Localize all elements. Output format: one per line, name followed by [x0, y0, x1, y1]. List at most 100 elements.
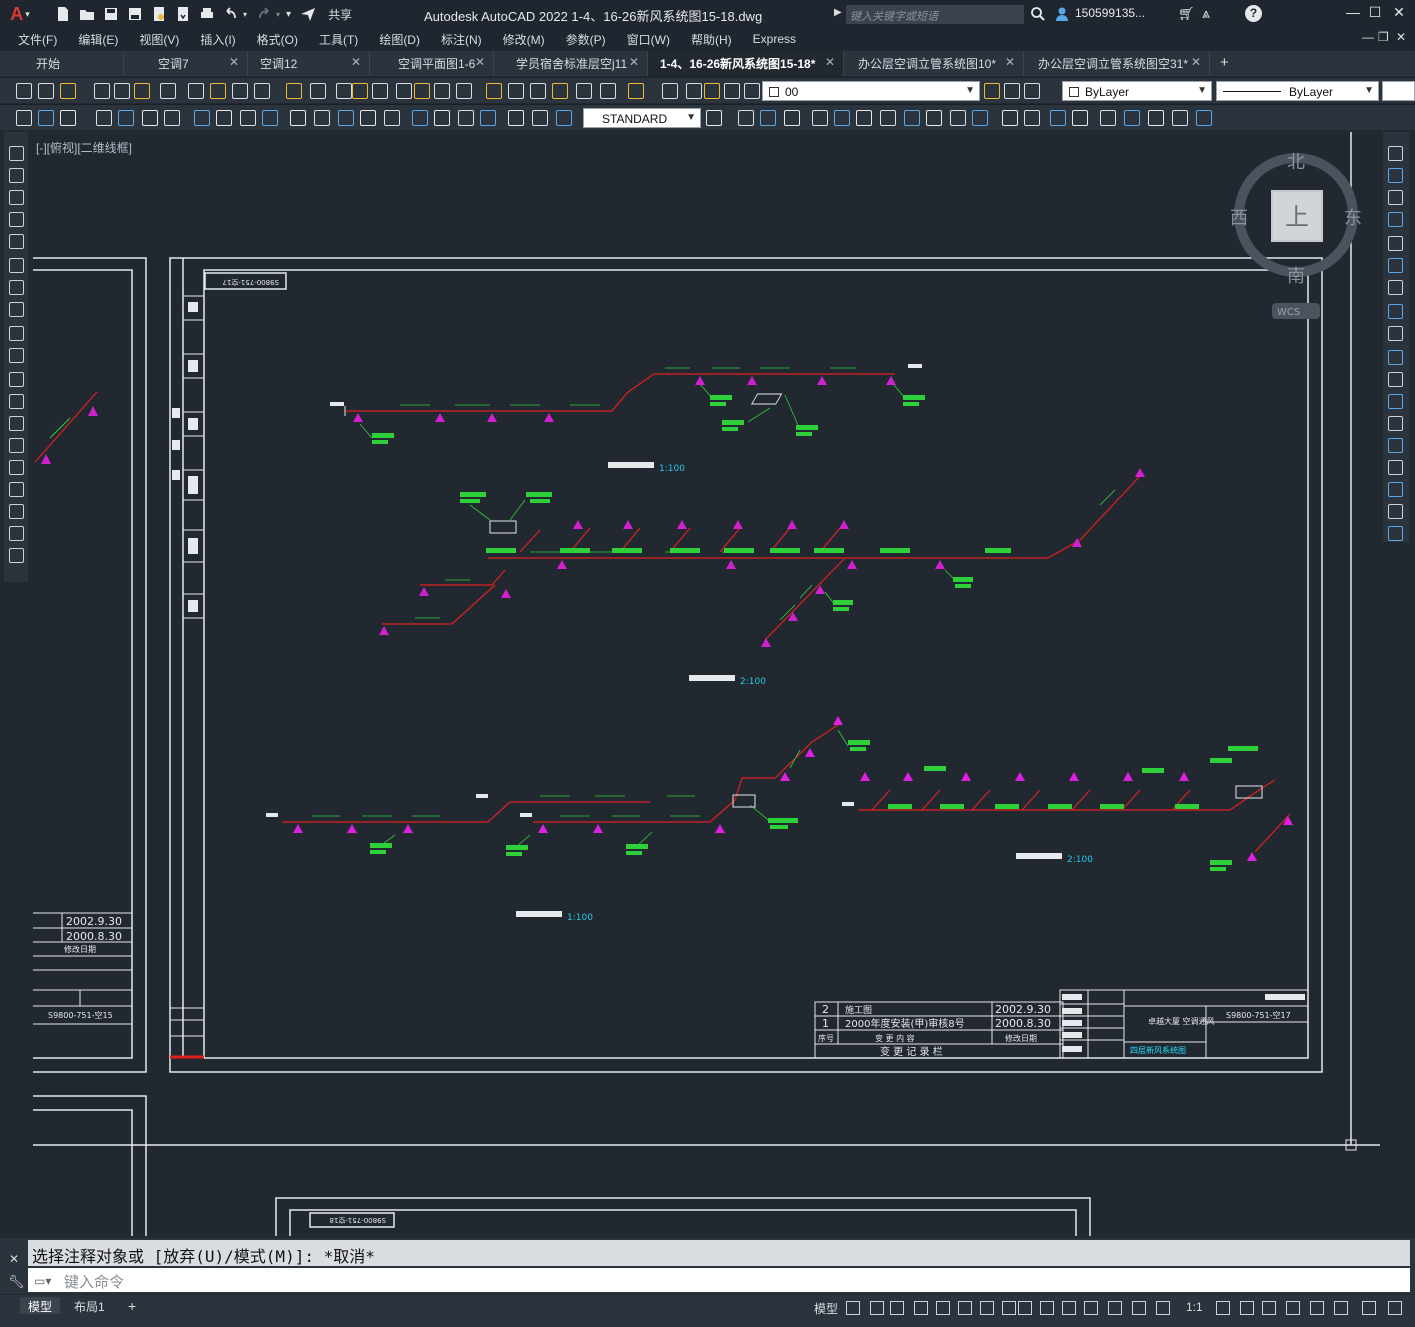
tab-layout1[interactable]: 布局1: [66, 1297, 113, 1314]
search-input[interactable]: 键入关键字或短语: [846, 5, 1024, 24]
redo-icon[interactable]: [336, 83, 352, 99]
matchprop-icon[interactable]: [254, 83, 270, 99]
search-icon[interactable]: [1030, 6, 1046, 22]
tab-close-icon[interactable]: ✕: [475, 55, 485, 69]
measure-icon[interactable]: [1196, 110, 1212, 126]
layer-match-icon[interactable]: [1004, 83, 1020, 99]
osnap-dd-icon[interactable]: [1040, 1301, 1054, 1315]
dim-text-edit-icon[interactable]: [458, 110, 474, 126]
explode-icon[interactable]: [1388, 526, 1403, 541]
dim-aligned-icon[interactable]: [38, 110, 54, 126]
ortho-icon[interactable]: [914, 1301, 928, 1315]
menu-view[interactable]: 视图(V): [139, 31, 179, 48]
dim-continue-icon[interactable]: [262, 110, 278, 126]
markup-icon[interactable]: [552, 83, 568, 99]
ellipse-icon[interactable]: [9, 348, 24, 363]
workspace-icon[interactable]: [1216, 1301, 1230, 1315]
share-icon[interactable]: [299, 6, 317, 22]
qnew-icon[interactable]: [16, 83, 32, 99]
new-tab-button[interactable]: +: [1210, 51, 1239, 76]
new-file-icon[interactable]: [54, 6, 72, 22]
menu-tools[interactable]: 工具(T): [319, 31, 358, 48]
linetype-dropdown[interactable]: ByLayer ▼: [1216, 81, 1379, 101]
autodesk-app-icon[interactable]: ⩓: [1202, 5, 1210, 22]
text-style-dropdown[interactable]: STANDARD ▼: [583, 108, 701, 128]
lineweight-dropdown[interactable]: [1382, 81, 1415, 101]
dim-edit-icon[interactable]: [434, 110, 450, 126]
zoom-realtime-icon[interactable]: [396, 83, 412, 99]
selection-cycling-icon[interactable]: [1062, 1301, 1076, 1315]
cut-icon[interactable]: [188, 83, 204, 99]
paste-icon[interactable]: [232, 83, 248, 99]
tab-close-icon[interactable]: ✕: [351, 55, 361, 69]
stretch-icon[interactable]: [926, 110, 942, 126]
open-icon[interactable]: [38, 83, 54, 99]
mirror-icon[interactable]: [784, 110, 800, 126]
plot-icon[interactable]: [94, 83, 110, 99]
tab-file-active[interactable]: 1-4、16-26新风系统图15-18* ✕: [648, 51, 844, 76]
menu-edit[interactable]: 编辑(E): [78, 31, 118, 48]
3dprint-icon[interactable]: [160, 83, 176, 99]
grid-icon[interactable]: [846, 1301, 860, 1315]
polar-icon[interactable]: [936, 1301, 950, 1315]
sheet-set-icon[interactable]: [530, 83, 546, 99]
tab-start[interactable]: 开始: [0, 51, 124, 76]
tool-palettes-icon[interactable]: [508, 83, 524, 99]
undo-icon[interactable]: [286, 83, 302, 99]
customize-icon[interactable]: [1388, 1301, 1402, 1315]
mdi-close-button[interactable]: ✕: [1396, 30, 1406, 44]
user-icon[interactable]: [1054, 6, 1070, 22]
save-as-icon[interactable]: [126, 6, 144, 22]
osnap-icon[interactable]: [1018, 1301, 1032, 1315]
menu-window[interactable]: 窗口(W): [627, 31, 670, 48]
offset-icon[interactable]: [812, 110, 828, 126]
color-dropdown[interactable]: ByLayer ▼: [1062, 81, 1212, 101]
move-icon[interactable]: [1388, 258, 1403, 273]
user-name[interactable]: 1505991​35...: [1075, 6, 1145, 20]
menu-modify[interactable]: 修改(M): [503, 31, 545, 48]
dim-space-icon[interactable]: [290, 110, 306, 126]
rotate-icon[interactable]: [880, 110, 896, 126]
region-icon[interactable]: [9, 504, 24, 519]
array-icon[interactable]: [1388, 236, 1403, 251]
tab-file[interactable]: 学员宿舍标准层空j11 ✕: [494, 51, 648, 76]
menu-express[interactable]: Express: [753, 32, 796, 46]
dim-radius-icon[interactable]: [118, 110, 134, 126]
chamfer-icon[interactable]: [1388, 460, 1403, 475]
construction-line-icon[interactable]: [9, 168, 24, 183]
dim-update-icon[interactable]: [480, 110, 496, 126]
undo-dropdown-icon[interactable]: ▾: [243, 10, 247, 19]
isodraft-icon[interactable]: [980, 1301, 994, 1315]
command-close-icon[interactable]: ✕: [9, 1252, 19, 1266]
layer-lock-icon[interactable]: [704, 83, 720, 99]
tab-file[interactable]: 空调平面图1-6 ✕: [370, 51, 494, 76]
auto-scale-icon[interactable]: [1132, 1301, 1146, 1315]
extend-icon[interactable]: [1388, 372, 1403, 387]
undo-icon[interactable]: [222, 6, 240, 22]
rotate-icon[interactable]: [1388, 280, 1403, 295]
point-icon[interactable]: [9, 438, 24, 453]
text-edit-icon[interactable]: [706, 110, 722, 126]
layer-properties-icon[interactable]: [628, 83, 644, 99]
tab-close-icon[interactable]: ✕: [1005, 55, 1015, 69]
annotation-visibility-icon[interactable]: [1108, 1301, 1122, 1315]
pan-icon[interactable]: [372, 83, 388, 99]
offset-icon[interactable]: [1388, 212, 1403, 227]
scale-icon[interactable]: [904, 110, 920, 126]
autocad-logo-icon[interactable]: A ▾: [0, 0, 40, 28]
move-icon[interactable]: [856, 110, 872, 126]
dim-baseline-icon[interactable]: [240, 110, 256, 126]
join-icon[interactable]: [1388, 438, 1403, 453]
undo-dd-icon[interactable]: [310, 83, 326, 99]
layer-freeze-icon[interactable]: [686, 83, 702, 99]
gradient-icon[interactable]: [9, 482, 24, 497]
rectangle-icon[interactable]: [9, 234, 24, 249]
line-icon[interactable]: [9, 146, 24, 161]
lineweight-icon[interactable]: [1084, 1301, 1098, 1315]
tab-close-icon[interactable]: ✕: [825, 55, 835, 69]
snap-icon[interactable]: [870, 1301, 884, 1315]
menu-dimension[interactable]: 标注(N): [441, 31, 482, 48]
make-current-icon[interactable]: [984, 83, 1000, 99]
tab-file[interactable]: 办公层空调立管系统图空31* ✕: [1024, 51, 1210, 76]
dim-jogged-icon[interactable]: [142, 110, 158, 126]
